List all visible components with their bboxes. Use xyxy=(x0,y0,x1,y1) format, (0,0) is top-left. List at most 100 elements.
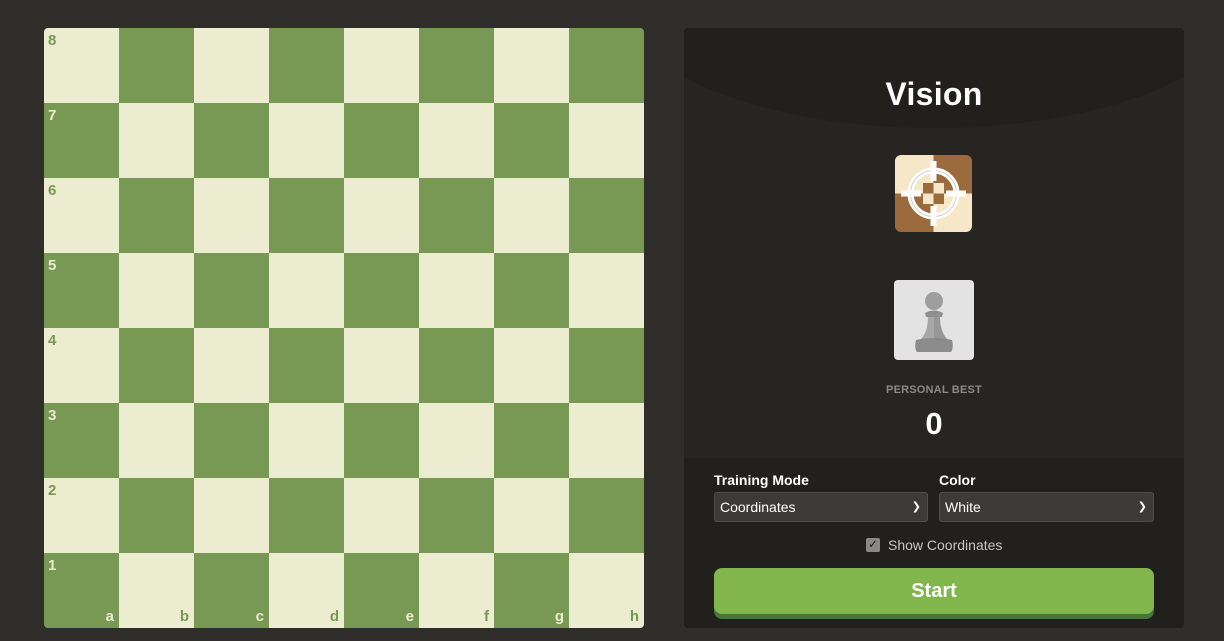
square-a6[interactable]: 6 xyxy=(44,178,119,253)
square-c3[interactable] xyxy=(194,403,269,478)
show-coordinates-toggle[interactable]: ✓ Show Coordinates xyxy=(866,536,1002,554)
avatar xyxy=(894,280,974,360)
square-f5[interactable] xyxy=(419,253,494,328)
square-e5[interactable] xyxy=(344,253,419,328)
training-mode-select[interactable]: Coordinates ❯ xyxy=(714,492,928,522)
file-label: g xyxy=(554,608,564,625)
pawn-icon xyxy=(915,292,953,352)
square-c1[interactable]: c xyxy=(194,553,269,628)
crosshair-target-icon xyxy=(895,155,972,232)
square-d5[interactable] xyxy=(269,253,344,328)
square-g7[interactable] xyxy=(494,103,569,178)
square-a5[interactable]: 5 xyxy=(44,253,119,328)
training-mode-value: Coordinates xyxy=(720,499,796,515)
square-a4[interactable]: 4 xyxy=(44,328,119,403)
file-label: h xyxy=(629,608,639,625)
square-f8[interactable] xyxy=(419,28,494,103)
rank-label: 7 xyxy=(48,107,57,124)
square-h2[interactable] xyxy=(569,478,644,553)
square-g1[interactable]: g xyxy=(494,553,569,628)
square-d2[interactable] xyxy=(269,478,344,553)
square-d4[interactable] xyxy=(269,328,344,403)
square-f4[interactable] xyxy=(419,328,494,403)
square-f1[interactable]: f xyxy=(419,553,494,628)
square-b5[interactable] xyxy=(119,253,194,328)
rank-label: 3 xyxy=(48,407,57,424)
square-c5[interactable] xyxy=(194,253,269,328)
square-d1[interactable]: d xyxy=(269,553,344,628)
page-title: Vision xyxy=(885,76,983,112)
rank-label: 8 xyxy=(48,32,57,49)
file-label: c xyxy=(255,608,264,625)
panel-header: Vision PERSONAL BEST 0 xyxy=(684,28,1184,458)
square-g3[interactable] xyxy=(494,403,569,478)
square-f7[interactable] xyxy=(419,103,494,178)
rank-label: 6 xyxy=(48,182,57,199)
square-h1[interactable]: h xyxy=(569,553,644,628)
square-a7[interactable]: 7 xyxy=(44,103,119,178)
check-icon: ✓ xyxy=(868,537,879,551)
training-mode-label: Training Mode xyxy=(714,472,809,488)
square-b3[interactable] xyxy=(119,403,194,478)
square-c7[interactable] xyxy=(194,103,269,178)
color-label: Color xyxy=(939,472,976,488)
vision-panel: Vision PERSONAL BEST 0 Training Mode Coo… xyxy=(684,28,1184,628)
square-e2[interactable] xyxy=(344,478,419,553)
square-f6[interactable] xyxy=(419,178,494,253)
start-button[interactable]: Start xyxy=(714,568,1154,614)
square-b7[interactable] xyxy=(119,103,194,178)
square-a8[interactable]: 8 xyxy=(44,28,119,103)
square-h3[interactable] xyxy=(569,403,644,478)
square-g5[interactable] xyxy=(494,253,569,328)
square-g4[interactable] xyxy=(494,328,569,403)
chessboard[interactable]: 87654321abcdefgh xyxy=(44,28,644,628)
square-h4[interactable] xyxy=(569,328,644,403)
square-e7[interactable] xyxy=(344,103,419,178)
square-a1[interactable]: 1a xyxy=(44,553,119,628)
square-h5[interactable] xyxy=(569,253,644,328)
square-h8[interactable] xyxy=(569,28,644,103)
controls-area: Training Mode Coordinates ❯ Color White … xyxy=(684,458,1184,628)
chevron-down-icon: ❯ xyxy=(911,501,921,513)
square-d6[interactable] xyxy=(269,178,344,253)
square-g6[interactable] xyxy=(494,178,569,253)
square-a2[interactable]: 2 xyxy=(44,478,119,553)
personal-best-value: 0 xyxy=(925,406,943,441)
square-f3[interactable] xyxy=(419,403,494,478)
file-label: f xyxy=(484,608,489,625)
square-c8[interactable] xyxy=(194,28,269,103)
square-c4[interactable] xyxy=(194,328,269,403)
square-c6[interactable] xyxy=(194,178,269,253)
square-h6[interactable] xyxy=(569,178,644,253)
square-c2[interactable] xyxy=(194,478,269,553)
rank-label: 5 xyxy=(48,257,57,274)
square-h7[interactable] xyxy=(569,103,644,178)
rank-label: 1 xyxy=(48,557,57,574)
file-label: a xyxy=(105,608,114,625)
square-d7[interactable] xyxy=(269,103,344,178)
show-coordinates-label: Show Coordinates xyxy=(888,537,1003,553)
chevron-down-icon: ❯ xyxy=(1137,501,1147,513)
personal-best-label: PERSONAL BEST xyxy=(886,384,982,396)
rank-label: 2 xyxy=(48,482,57,499)
square-g8[interactable] xyxy=(494,28,569,103)
file-label: e xyxy=(405,608,414,625)
square-e3[interactable] xyxy=(344,403,419,478)
square-d8[interactable] xyxy=(269,28,344,103)
square-b1[interactable]: b xyxy=(119,553,194,628)
show-coordinates-checkbox[interactable]: ✓ xyxy=(866,537,880,552)
square-e1[interactable]: e xyxy=(344,553,419,628)
square-b8[interactable] xyxy=(119,28,194,103)
square-f2[interactable] xyxy=(419,478,494,553)
square-d3[interactable] xyxy=(269,403,344,478)
square-e6[interactable] xyxy=(344,178,419,253)
square-g2[interactable] xyxy=(494,478,569,553)
square-b4[interactable] xyxy=(119,328,194,403)
square-e8[interactable] xyxy=(344,28,419,103)
square-b6[interactable] xyxy=(119,178,194,253)
square-e4[interactable] xyxy=(344,328,419,403)
square-a3[interactable]: 3 xyxy=(44,403,119,478)
square-b2[interactable] xyxy=(119,478,194,553)
file-label: d xyxy=(329,608,339,625)
color-select[interactable]: White ❯ xyxy=(939,492,1154,522)
